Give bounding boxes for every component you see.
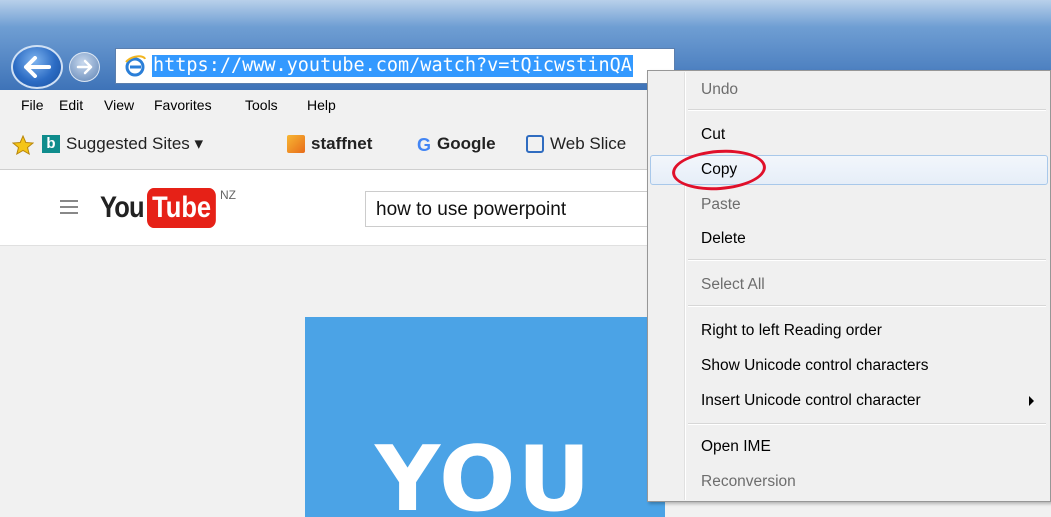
forward-button[interactable] — [69, 52, 100, 82]
youtube-logo-you: You — [100, 191, 145, 224]
fav-staffnet-label: staffnet — [311, 134, 373, 153]
context-menu-rtl-reading-order[interactable]: Right to left Reading order — [650, 316, 1048, 346]
fav-staffnet[interactable]: staffnet — [287, 133, 372, 155]
context-menu-show-unicode[interactable]: Show Unicode control characters — [650, 351, 1048, 381]
back-button[interactable] — [11, 45, 63, 89]
fav-google[interactable]: G Google — [417, 133, 496, 155]
youtube-logo[interactable]: You Tube — [100, 188, 229, 228]
thumbnail-text: YOU — [375, 427, 593, 517]
back-arrow-icon — [24, 56, 51, 78]
context-menu-delete[interactable]: Delete — [650, 224, 1048, 254]
context-menu-separator — [688, 305, 1046, 307]
context-menu-reconversion-label: Reconversion — [701, 473, 796, 490]
fav-web-slice-label: Web Slice — [550, 134, 627, 153]
staffnet-icon — [287, 135, 305, 153]
context-menu-cut-label: Cut — [701, 126, 726, 143]
context-menu-paste-label: Paste — [701, 196, 741, 213]
video-thumbnail[interactable]: YOU — [305, 317, 665, 517]
url-text[interactable]: https://www.youtube.com/watch?v=tQicwsti… — [152, 55, 633, 77]
context-menu-select-all[interactable]: Select All — [650, 270, 1048, 300]
context-menu-reconversion[interactable]: Reconversion — [650, 467, 1048, 497]
menu-favorites[interactable]: Favorites — [154, 97, 212, 113]
context-menu-separator — [688, 423, 1046, 425]
menu-file[interactable]: File — [21, 97, 44, 113]
context-menu-undo[interactable]: Undo — [650, 75, 1048, 105]
context-menu-open-ime[interactable]: Open IME — [650, 432, 1048, 462]
search-input[interactable]: how to use powerpoint — [365, 191, 665, 227]
region-label: NZ — [220, 188, 236, 202]
context-menu-open-ime-label: Open IME — [701, 438, 771, 455]
fav-web-slice[interactable]: Web Slice — [526, 133, 626, 155]
search-input-value: how to use powerpoint — [376, 199, 567, 220]
context-menu-separator — [688, 109, 1046, 111]
fav-suggested-sites[interactable]: b Suggested Sites ▾ — [42, 133, 203, 155]
context-menu-undo-label: Undo — [701, 81, 739, 98]
submenu-arrow-icon — [1029, 396, 1034, 406]
address-bar[interactable]: https://www.youtube.com/watch?v=tQicwsti… — [115, 48, 675, 84]
forward-arrow-icon — [76, 59, 93, 75]
youtube-logo-tube: Tube — [147, 188, 217, 228]
context-menu-insert-unicode[interactable]: Insert Unicode control character — [650, 386, 1048, 416]
menu-help[interactable]: Help — [307, 97, 336, 113]
context-menu-rtl-label: Right to left Reading order — [701, 322, 882, 339]
menu-hamburger-icon[interactable] — [60, 200, 78, 214]
menu-tools[interactable]: Tools — [245, 97, 278, 113]
context-menu: Undo Cut Copy Paste Delete Select All Ri… — [647, 70, 1051, 502]
context-menu-delete-label: Delete — [701, 230, 746, 247]
context-menu-show-unicode-label: Show Unicode control characters — [701, 357, 929, 374]
web-slice-icon — [526, 135, 544, 153]
favorites-star-icon[interactable] — [12, 135, 34, 155]
internet-explorer-icon — [125, 55, 146, 77]
menu-view[interactable]: View — [104, 97, 134, 113]
context-menu-insert-unicode-label: Insert Unicode control character — [701, 392, 921, 409]
context-menu-cut[interactable]: Cut — [650, 120, 1048, 150]
context-menu-select-all-label: Select All — [701, 276, 765, 293]
context-menu-paste[interactable]: Paste — [650, 190, 1048, 220]
bing-icon: b — [42, 135, 60, 153]
google-icon: G — [417, 135, 432, 155]
fav-google-label: Google — [437, 134, 496, 153]
context-menu-separator — [688, 259, 1046, 261]
fav-suggested-sites-label: Suggested Sites ▾ — [66, 134, 204, 153]
menu-edit[interactable]: Edit — [59, 97, 83, 113]
